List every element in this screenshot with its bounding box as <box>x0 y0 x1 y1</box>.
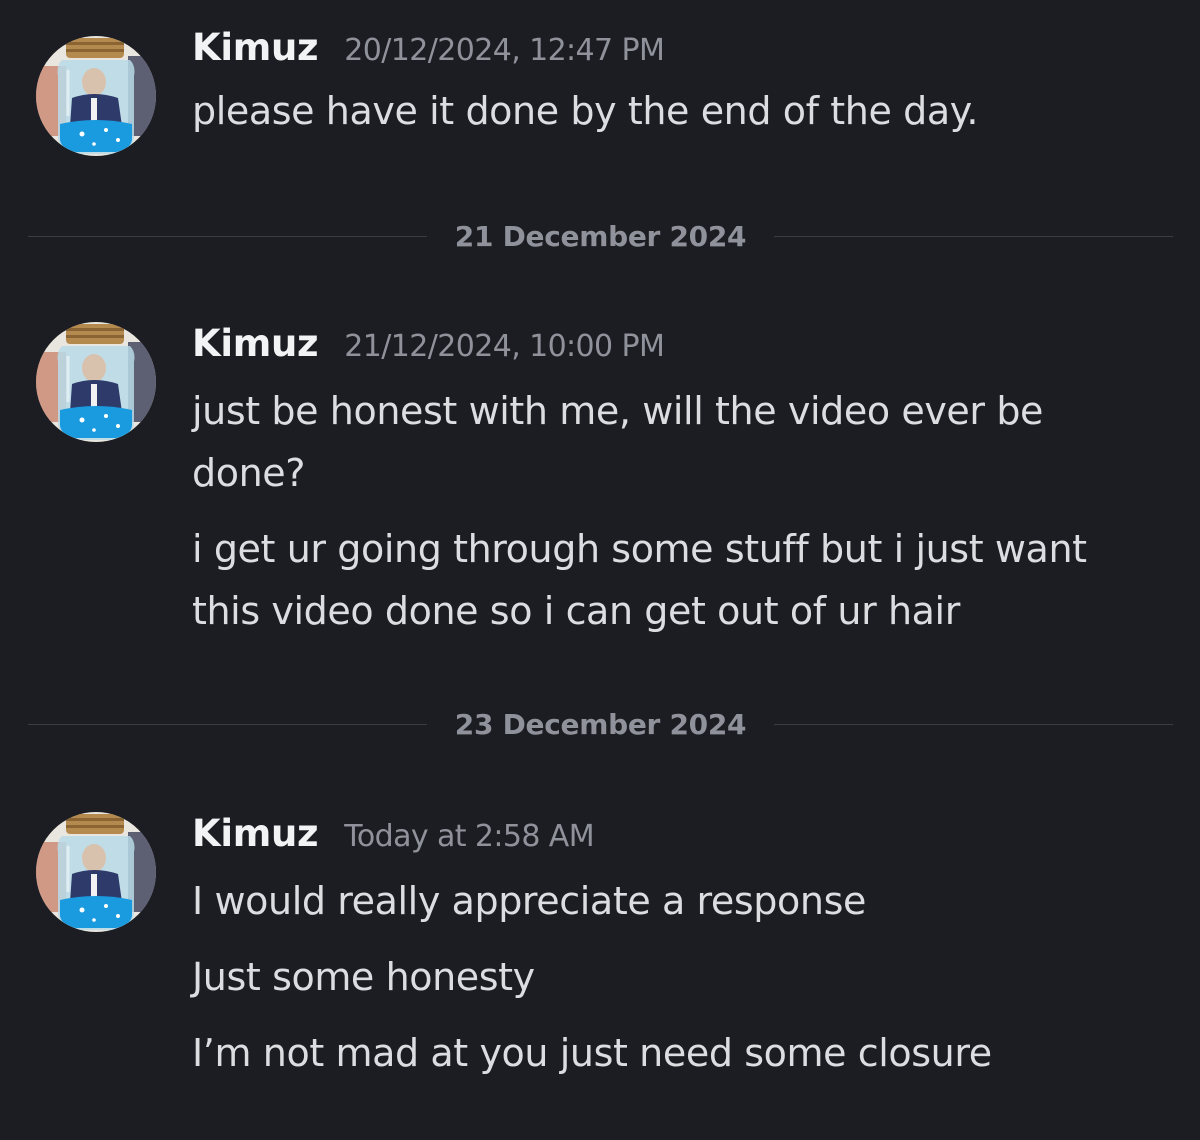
message-content: Kimuz Today at 2:58 AM I would really ap… <box>192 812 1170 1084</box>
divider-date-label: 23 December 2024 <box>454 707 747 741</box>
message-timestamp: Today at 2:58 AM <box>344 819 594 854</box>
message-header: Kimuz Today at 2:58 AM <box>192 812 1170 862</box>
message-timestamp: 20/12/2024, 12:47 PM <box>344 33 665 68</box>
message-timestamp: 21/12/2024, 10:00 PM <box>344 329 665 364</box>
avatar-image <box>36 322 156 442</box>
divider-date-label: 21 December 2024 <box>454 219 747 253</box>
message-text: I would really appreciate a response <box>192 879 866 923</box>
date-divider: 23 December 2024 <box>28 704 1173 744</box>
avatar-image <box>36 812 156 932</box>
date-divider: 21 December 2024 <box>28 216 1173 256</box>
message-content: Kimuz 20/12/2024, 12:47 PM please have i… <box>192 26 1170 142</box>
message-text: just be honest with me, will the video e… <box>192 389 1044 495</box>
divider-line <box>28 235 427 237</box>
message-header: Kimuz 20/12/2024, 12:47 PM <box>192 26 1170 76</box>
user-avatar[interactable] <box>36 812 156 932</box>
username[interactable]: Kimuz <box>192 322 319 365</box>
divider-line <box>28 723 427 725</box>
divider-line <box>774 235 1173 237</box>
avatar-image <box>36 36 156 156</box>
user-avatar[interactable] <box>36 36 156 156</box>
message-text: I’m not mad at you just need some closur… <box>192 1031 992 1075</box>
user-avatar[interactable] <box>36 322 156 442</box>
message-content: Kimuz 21/12/2024, 10:00 PM just be hones… <box>192 322 1170 642</box>
username[interactable]: Kimuz <box>192 812 319 855</box>
message-text: Just some honesty <box>192 955 535 999</box>
message-header: Kimuz 21/12/2024, 10:00 PM <box>192 322 1170 372</box>
username[interactable]: Kimuz <box>192 26 319 69</box>
message-text: i get ur going through some stuff but i … <box>192 527 1087 633</box>
divider-line <box>774 723 1173 725</box>
message-text: please have it done by the end of the da… <box>192 89 979 133</box>
